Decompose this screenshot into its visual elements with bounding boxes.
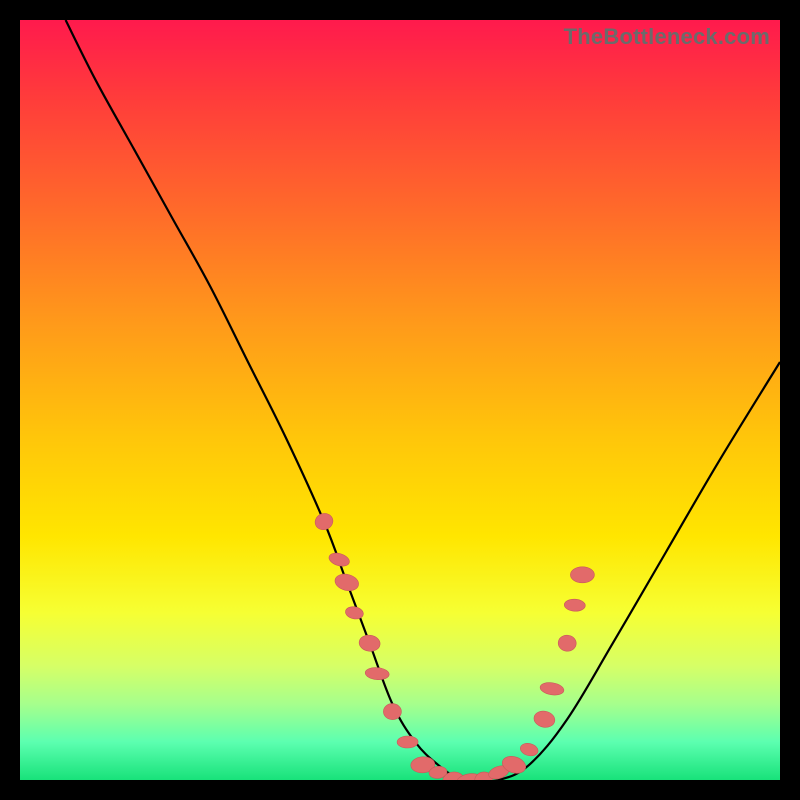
data-marker [539, 681, 565, 697]
data-marker [519, 741, 539, 757]
data-marker [564, 599, 586, 612]
data-marker [397, 736, 418, 748]
data-marker [365, 667, 390, 681]
data-marker [344, 605, 364, 620]
bottleneck-curve [66, 20, 780, 780]
chart-svg [20, 20, 780, 780]
data-marker [327, 551, 351, 569]
watermark-text: TheBottleneck.com [564, 24, 770, 50]
data-marker [358, 634, 381, 653]
data-marker [532, 709, 556, 729]
data-marker [333, 572, 360, 593]
curve-group [66, 20, 780, 780]
data-marker [383, 703, 402, 720]
data-marker [570, 567, 594, 583]
chart-frame: TheBottleneck.com [0, 0, 800, 800]
data-marker [557, 634, 577, 652]
data-marker [313, 511, 335, 532]
plot-area: TheBottleneck.com [20, 20, 780, 780]
